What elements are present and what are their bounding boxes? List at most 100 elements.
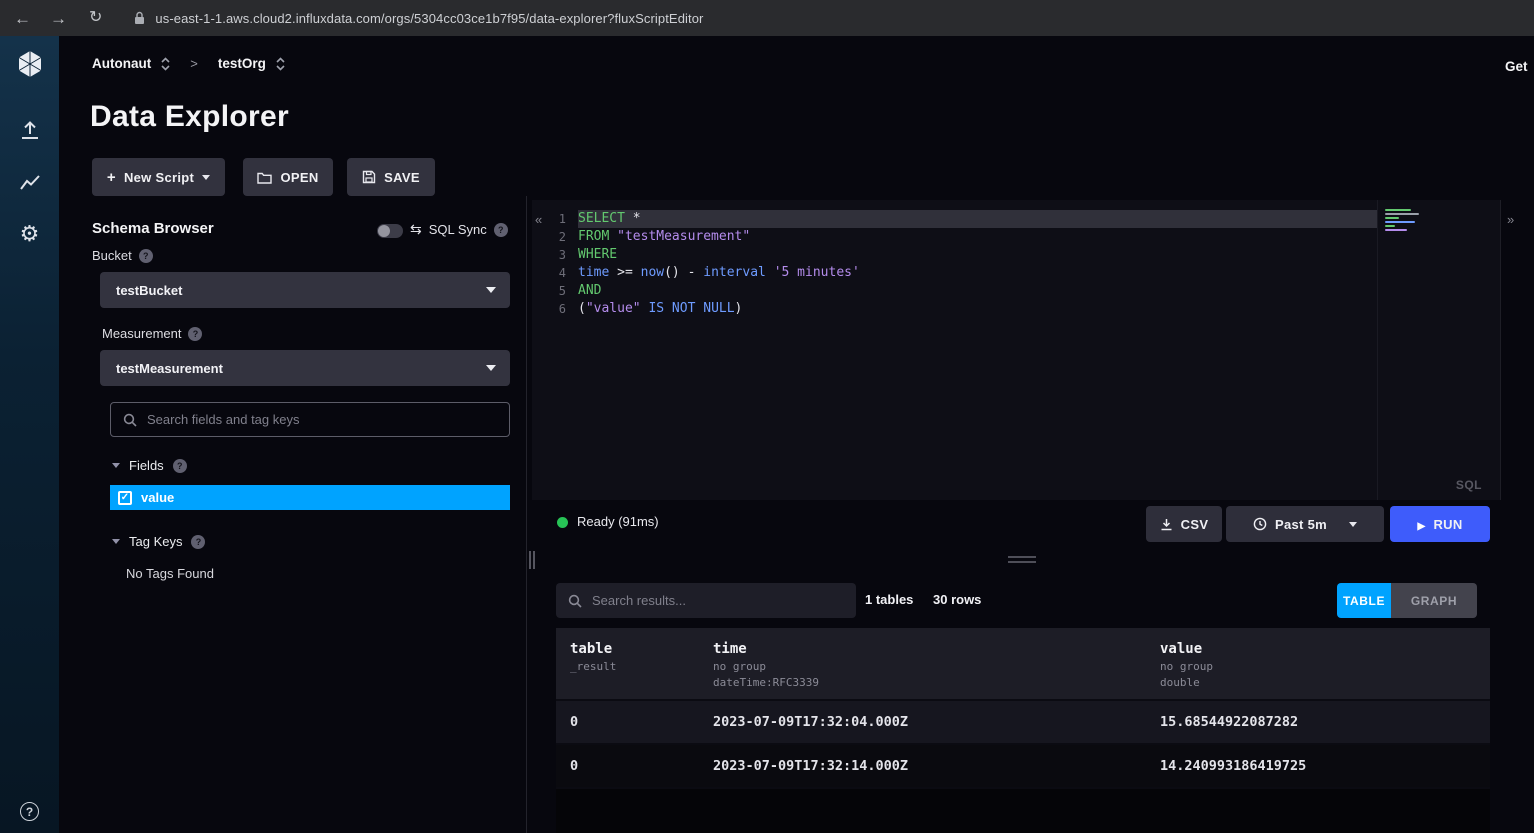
vertical-drag-handle[interactable] [529,551,535,569]
save-disk-icon [362,170,376,184]
get-credit-button[interactable]: Get [1505,59,1534,74]
measurement-dropdown-value: testMeasurement [116,361,486,376]
minimap-divider [1377,200,1378,500]
org-name[interactable]: Autonaut [92,56,151,71]
time-range-value: Past 5m [1275,517,1327,532]
save-label: SAVE [384,170,420,185]
code-line[interactable]: 1 SELECT * [532,210,1377,228]
browser-forward-icon[interactable] [50,10,67,27]
browser-back-icon[interactable] [14,10,31,27]
editor-minimap[interactable] [1385,209,1445,233]
save-button[interactable]: SAVE [347,158,435,196]
schema-search[interactable] [110,402,510,437]
code-lines[interactable]: 1 SELECT * 2 FROM "testMeasurement" 3 WH… [532,210,1377,318]
tab-graph[interactable]: GRAPH [1391,583,1477,618]
column-header-value: value no group double [1160,641,1213,689]
toggle-knob [378,225,390,237]
screen: us-east-1-1.aws.cloud2.influxdata.com/or… [0,0,1534,833]
line-number: 5 [532,282,578,300]
schema-search-input[interactable] [147,412,497,427]
tag-keys-label: Tag Keys [129,534,182,549]
sync-arrows-icon [410,221,422,238]
line-number: 4 [532,264,578,282]
tag-keys-help-icon[interactable] [191,535,205,549]
right-panel-divider [1500,200,1501,500]
field-value-item[interactable]: value [110,485,510,510]
sql-sync-help-icon[interactable] [494,223,508,237]
table-row: 0 2023-07-09T17:32:14.000Z 14.2409931864… [556,745,1490,789]
csv-download-button[interactable]: CSV [1146,506,1222,542]
panel-divider [526,196,527,833]
results-search-input[interactable] [592,593,844,608]
page-title: Data Explorer [90,100,289,134]
code-line[interactable]: 2 FROM "testMeasurement" [532,228,1377,246]
settings-gear-icon[interactable] [0,224,59,246]
lock-icon[interactable] [134,11,145,25]
measurement-dropdown[interactable]: testMeasurement [100,350,510,386]
code-line[interactable]: 4 time >= now() - interval '5 minutes' [532,264,1377,282]
influxdb-logo-icon[interactable] [0,50,59,78]
browser-refresh-icon[interactable] [89,10,102,26]
clock-icon [1253,517,1267,531]
sql-editor[interactable]: 1 SELECT * 2 FROM "testMeasurement" 3 WH… [532,200,1500,500]
new-script-button[interactable]: New Script [92,158,225,196]
field-value-label: value [141,490,174,505]
suborg-name[interactable]: testOrg [218,56,266,71]
status-text: Ready (91ms) [577,514,659,529]
section-caret-icon [112,463,120,468]
line-number: 1 [532,210,578,228]
chevron-down-icon [1349,522,1357,527]
code-line[interactable]: 6 ("value" IS NOT NULL) [532,300,1377,318]
run-label: RUN [1433,517,1462,532]
csv-label: CSV [1181,517,1209,532]
language-badge: SQL [1456,478,1482,492]
sql-sync: SQL Sync [410,221,508,238]
tag-keys-section-header[interactable]: Tag Keys [112,534,205,549]
schema-browser-title: Schema Browser [92,220,214,237]
chevron-down-icon [486,365,496,371]
results-search[interactable] [556,583,856,618]
org-switcher-icon[interactable] [161,57,170,71]
checkbox-checked-icon[interactable] [118,491,132,505]
code-line[interactable]: 3 WHERE [532,246,1377,264]
column-header-table: table _result [570,641,616,673]
download-icon [1160,518,1173,531]
horizontal-drag-handle[interactable] [1008,556,1036,563]
sql-sync-toggle[interactable] [377,224,403,238]
breadcrumb: Autonaut > testOrg [92,56,285,71]
chevron-down-icon [486,287,496,293]
suborg-switcher-icon[interactable] [276,57,285,71]
measurement-label-row: Measurement [102,326,202,341]
nav-sidebar [0,36,59,833]
section-caret-icon [112,539,120,544]
rows-count: 30 rows [933,592,981,607]
collapse-right-icon[interactable] [1507,212,1514,227]
table-row: 0 2023-07-09T17:32:04.000Z 15.6854492208… [556,701,1490,745]
help-icon[interactable] [20,802,39,821]
load-data-upload-icon[interactable] [0,120,59,140]
new-script-label: New Script [124,170,194,185]
code-line[interactable]: 5 AND [532,282,1377,300]
url-bar[interactable]: us-east-1-1.aws.cloud2.influxdata.com/or… [155,11,703,26]
bucket-dropdown[interactable]: testBucket [100,272,510,308]
bucket-help-icon[interactable] [139,249,153,263]
no-tags-message: No Tags Found [126,566,214,581]
plus-icon [107,169,116,186]
fields-label: Fields [129,458,164,473]
open-button[interactable]: OPEN [243,158,333,196]
data-explorer-graph-icon[interactable] [0,174,59,192]
run-button[interactable]: RUN [1390,506,1490,542]
breadcrumb-separator-icon: > [190,56,198,71]
search-icon [123,413,137,427]
time-range-dropdown[interactable]: Past 5m [1226,506,1384,542]
chevron-down-icon [202,175,210,180]
measurement-help-icon[interactable] [188,327,202,341]
measurement-label: Measurement [102,326,181,341]
results-table-header: table _result time no group dateTime:RFC… [556,628,1490,701]
fields-section-header[interactable]: Fields [112,458,187,473]
line-number: 6 [532,300,578,318]
tab-table[interactable]: TABLE [1337,583,1391,618]
fields-help-icon[interactable] [173,459,187,473]
line-number: 2 [532,228,578,246]
results-table: table _result time no group dateTime:RFC… [556,628,1490,833]
